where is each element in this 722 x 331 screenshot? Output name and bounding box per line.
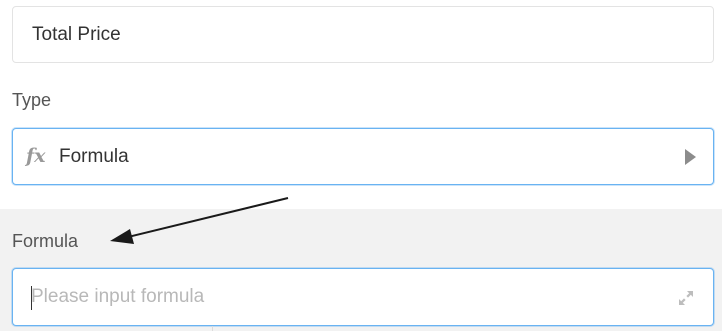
expand-icon[interactable] bbox=[677, 289, 695, 307]
formula-field[interactable] bbox=[12, 268, 714, 326]
formula-label: Formula bbox=[12, 231, 79, 251]
type-label: Type bbox=[12, 90, 52, 110]
formula-input[interactable] bbox=[31, 269, 671, 325]
type-select[interactable]: fx Formula bbox=[12, 128, 714, 185]
column-name-value: Total Price bbox=[32, 24, 121, 45]
column-name-field[interactable]: Total Price bbox=[12, 6, 714, 63]
caret-right-icon[interactable] bbox=[685, 149, 696, 165]
editor-divider bbox=[212, 326, 213, 331]
fx-icon: fx bbox=[26, 145, 46, 167]
text-cursor bbox=[31, 286, 32, 310]
type-selected-value: Formula bbox=[59, 146, 129, 167]
